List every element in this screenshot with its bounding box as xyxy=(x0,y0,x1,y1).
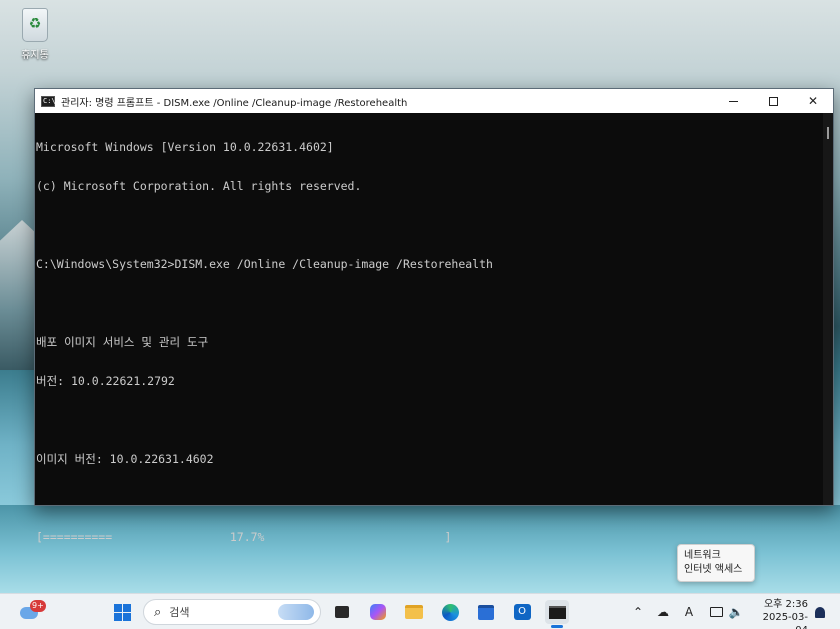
console-line: (c) Microsoft Corporation. All rights re… xyxy=(36,179,362,193)
terminal-taskbar-button[interactable] xyxy=(545,600,569,624)
onedrive-button[interactable]: ☁ xyxy=(651,600,675,624)
search-highlight-icon xyxy=(278,604,314,620)
maximize-button[interactable] xyxy=(753,89,793,113)
window-title: 관리자: 명령 프롬프트 - DISM.exe /Online /Cleanup… xyxy=(61,97,408,109)
terminal-icon xyxy=(548,605,566,619)
keyboard-mode-label: A xyxy=(684,605,694,619)
minimize-button[interactable] xyxy=(713,89,753,113)
start-button[interactable] xyxy=(110,600,134,624)
task-view-icon xyxy=(335,606,349,618)
console-line: 배포 이미지 서비스 및 관리 도구 xyxy=(36,335,209,349)
file-explorer-button[interactable] xyxy=(402,600,426,624)
bell-icon xyxy=(815,606,825,618)
chevron-up-icon: ⌃ xyxy=(632,605,644,619)
folder-icon xyxy=(405,605,423,619)
edge-icon xyxy=(441,603,459,621)
cloud-icon: ☁ xyxy=(657,605,669,619)
console-line: C:\Windows\System32>DISM.exe /Online /Cl… xyxy=(36,257,493,271)
title-bar[interactable]: C:\ 관리자: 명령 프롬프트 - DISM.exe /Online /Cle… xyxy=(35,89,833,113)
console-output[interactable]: Microsoft Windows [Version 10.0.22631.46… xyxy=(35,113,823,544)
close-button[interactable]: ✕ xyxy=(793,89,833,113)
edge-button[interactable] xyxy=(438,600,462,624)
network-icon xyxy=(709,607,723,617)
speaker-icon: 🔈 xyxy=(728,605,744,619)
console-line: Microsoft Windows [Version 10.0.22631.46… xyxy=(36,140,334,154)
maximize-icon xyxy=(768,96,778,106)
notifications-button[interactable] xyxy=(808,600,832,624)
console-line: 버전: 10.0.22621.2792 xyxy=(36,374,175,388)
volume-button[interactable]: 🔈 xyxy=(724,600,748,624)
console-line: 이미지 버전: 10.0.22631.4602 xyxy=(36,452,214,466)
store-button[interactable] xyxy=(474,600,498,624)
outlook-button[interactable]: O xyxy=(510,600,534,624)
taskbar: 9+ ⌕ 검색 O ⌃ ☁ A 🔈 오후 2:36 2025-03- xyxy=(0,593,840,629)
recycle-bin-label: 휴지통 xyxy=(21,50,49,61)
minimize-icon xyxy=(728,100,738,102)
tooltip-status: 인터넷 액세스 xyxy=(684,564,743,575)
notification-badge: 9+ xyxy=(30,600,46,612)
cmd-app-icon: C:\ xyxy=(41,95,56,107)
clock-time: 오후 2:36 xyxy=(763,599,808,610)
clock-date: 2025-03-04 xyxy=(762,612,808,629)
weather-widget[interactable]: 9+ xyxy=(18,599,46,623)
taskbar-search[interactable]: ⌕ 검색 xyxy=(143,599,321,625)
search-icon: ⌕ xyxy=(154,604,162,620)
taskbar-clock[interactable]: 오후 2:36 2025-03-04 xyxy=(752,598,808,629)
input-indicator-button[interactable]: A xyxy=(677,600,701,624)
window-controls: ✕ xyxy=(713,89,833,113)
outlook-icon: O xyxy=(513,604,531,620)
close-icon: ✕ xyxy=(807,94,819,108)
command-prompt-window[interactable]: C:\ 관리자: 명령 프롬프트 - DISM.exe /Online /Cle… xyxy=(34,88,834,544)
copilot-icon xyxy=(370,604,386,620)
store-icon xyxy=(478,604,494,620)
recycle-bin-icon: ♻ xyxy=(22,8,48,42)
network-tooltip: 네트워크 인터넷 액세스 xyxy=(677,544,755,582)
copilot-button[interactable] xyxy=(366,600,390,624)
task-view-button[interactable] xyxy=(330,600,354,624)
windows-logo-icon xyxy=(113,603,131,621)
console-scrollbar[interactable] xyxy=(823,113,833,505)
show-hidden-icons-button[interactable]: ⌃ xyxy=(626,600,650,624)
scrollbar-thumb[interactable] xyxy=(827,127,829,139)
progress-line: [========== 17.7% ] xyxy=(36,530,452,544)
active-app-indicator xyxy=(551,625,563,628)
tooltip-title: 네트워크 xyxy=(684,550,721,561)
recycle-bin-shortcut[interactable]: ♻ 휴지통 xyxy=(12,8,58,61)
search-placeholder: 검색 xyxy=(169,606,190,619)
